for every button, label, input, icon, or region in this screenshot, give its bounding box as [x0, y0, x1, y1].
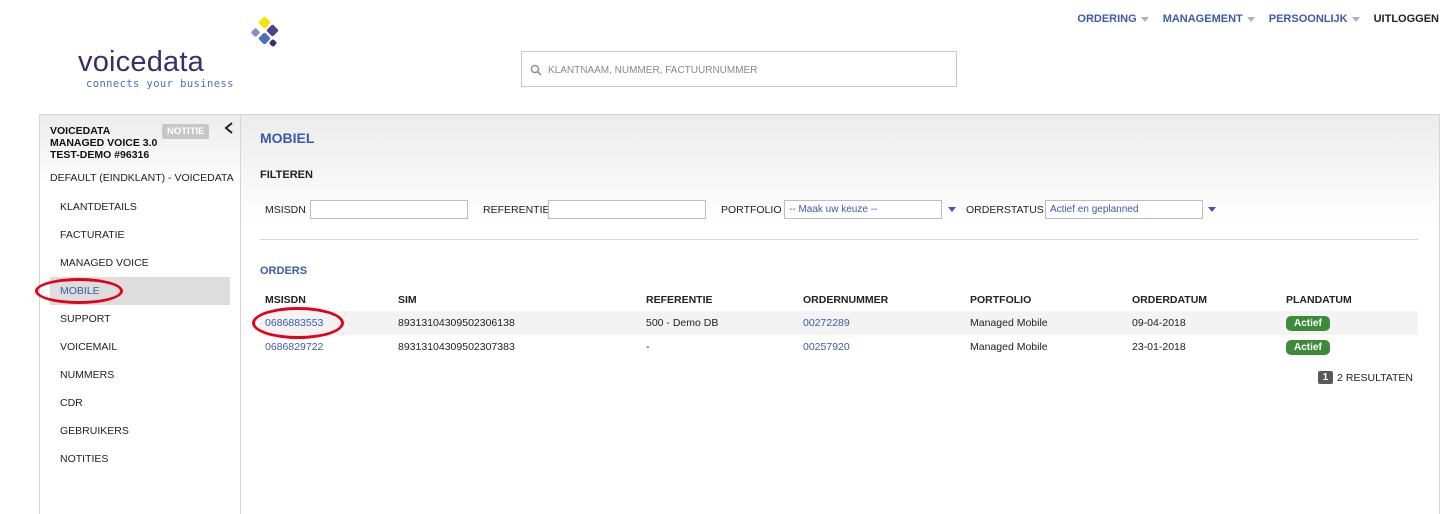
msisdn-link[interactable]: 0686883553 [265, 317, 323, 329]
col-portfolio[interactable]: PORTFOLIO [965, 289, 1127, 311]
table-row: 0686829722 89313104309502307383 - 002579… [260, 335, 1418, 359]
sidebar-item-gebruikers[interactable]: GEBRUIKERS [50, 417, 230, 445]
top-navigation: ORDERING MANAGEMENT PERSOONLIJK UITLOGGE… [1077, 13, 1439, 25]
col-orderdatum[interactable]: ORDERDATUM [1127, 289, 1281, 311]
chevron-down-icon[interactable] [948, 207, 956, 212]
nav-management[interactable]: MANAGEMENT [1163, 13, 1255, 25]
portfolio-select[interactable]: -- Maak uw keuze -- [784, 200, 942, 219]
nav-persoonlijk[interactable]: PERSOONLIJK [1269, 13, 1360, 25]
sim-cell: 89313104309502307383 [398, 341, 515, 353]
sidebar-item-nummers[interactable]: NUMMERS [50, 361, 230, 389]
global-search[interactable] [521, 51, 957, 87]
chevron-down-icon [1246, 16, 1255, 22]
customer-header: VOICEDATA MANAGED VOICE 3.0 TEST-DEMO #9… [50, 125, 158, 161]
orderstatus-select[interactable]: Actief en geplanned [1045, 200, 1203, 219]
portfolio-filter-label: PORTFOLIO [721, 204, 782, 216]
chevron-down-icon[interactable] [1208, 207, 1216, 212]
nav-logout[interactable]: UITLOGGEN [1374, 13, 1439, 25]
ordernummer-link[interactable]: 00257920 [803, 341, 850, 353]
sidebar-item-managed-voice[interactable]: MANAGED VOICE [50, 249, 230, 277]
col-ordernummer[interactable]: ORDERNUMMER [798, 289, 965, 311]
col-msisdn[interactable]: MSISDN [260, 289, 393, 311]
search-icon [530, 64, 542, 76]
sidebar-item-support[interactable]: SUPPORT [50, 305, 230, 333]
filter-heading: FILTEREN [260, 169, 313, 181]
sidebar-item-klantdetails[interactable]: KLANTDETAILS [50, 193, 230, 221]
voicedata-logo[interactable]: voicedata connects your business [78, 14, 279, 94]
sidebar-menu: KLANTDETAILS FACTURATIE MANAGED VOICE MO… [50, 193, 230, 473]
orderdatum-cell: 09-04-2018 [1127, 311, 1281, 335]
ordernummer-link[interactable]: 00272289 [803, 317, 850, 329]
logo-mark-icon [251, 16, 279, 47]
chevron-down-icon [1140, 16, 1149, 22]
portfolio-cell: Managed Mobile [965, 311, 1127, 335]
col-plandatum[interactable]: PLANDATUM [1281, 289, 1418, 311]
logo-tagline: connects your business [86, 78, 234, 90]
orderstatus-filter-label: ORDERSTATUS [966, 204, 1044, 216]
referentie-cell: 500 - Demo DB [641, 311, 798, 335]
pagination: 1 2 RESULTATEN [1317, 371, 1413, 384]
portfolio-cell: Managed Mobile [970, 341, 1048, 353]
orders-table: MSISDN SIM REFERENTIE ORDERNUMMER PORTFO… [260, 289, 1418, 359]
orderdatum-cell: 23-01-2018 [1132, 341, 1186, 353]
divider [260, 239, 1418, 240]
orders-heading: ORDERS [260, 265, 308, 277]
search-input[interactable] [546, 58, 950, 82]
sidebar-item-facturatie[interactable]: FACTURATIE [50, 221, 230, 249]
status-badge: Actief [1286, 339, 1330, 355]
msisdn-filter-input[interactable] [310, 200, 468, 219]
referentie-filter-label: REFERENTIE [483, 204, 550, 216]
sidebar-item-mobile[interactable]: MOBILE [50, 277, 230, 305]
page-number-button[interactable]: 1 [1317, 371, 1334, 384]
sidebar-item-voicemail[interactable]: VOICEMAIL [50, 333, 230, 361]
chevron-down-icon [1351, 16, 1360, 22]
sim-cell: 89313104309502306138 [393, 311, 641, 335]
customer-default-line: DEFAULT (EINDKLANT) - VOICEDATA [50, 172, 234, 184]
referentie-filter-input[interactable] [548, 200, 706, 219]
logo-wordmark: voicedata [78, 46, 204, 78]
sidebar-item-cdr[interactable]: CDR [50, 389, 230, 417]
table-header-row: MSISDN SIM REFERENTIE ORDERNUMMER PORTFO… [260, 289, 1418, 311]
col-sim[interactable]: SIM [393, 289, 641, 311]
nav-ordering[interactable]: ORDERING [1077, 13, 1149, 25]
table-row: 0686883553 89313104309502306138 500 - De… [260, 311, 1418, 335]
chevron-left-icon[interactable] [223, 121, 235, 135]
result-count: 2 RESULTATEN [1337, 371, 1413, 384]
notitie-badge[interactable]: NOTITIE [162, 124, 210, 139]
page-title: MOBIEL [260, 130, 315, 146]
status-badge: Actief [1286, 315, 1330, 331]
msisdn-link[interactable]: 0686829722 [265, 341, 323, 353]
col-referentie[interactable]: REFERENTIE [641, 289, 798, 311]
referentie-cell: - [646, 341, 650, 353]
msisdn-filter-label: MSISDN [265, 204, 306, 216]
sidebar-item-notities[interactable]: NOTITIES [50, 445, 230, 473]
main-panel: MOBIEL FILTEREN MSISDN REFERENTIE PORTFO… [241, 114, 1440, 514]
sidebar: VOICEDATA MANAGED VOICE 3.0 TEST-DEMO #9… [39, 114, 241, 514]
